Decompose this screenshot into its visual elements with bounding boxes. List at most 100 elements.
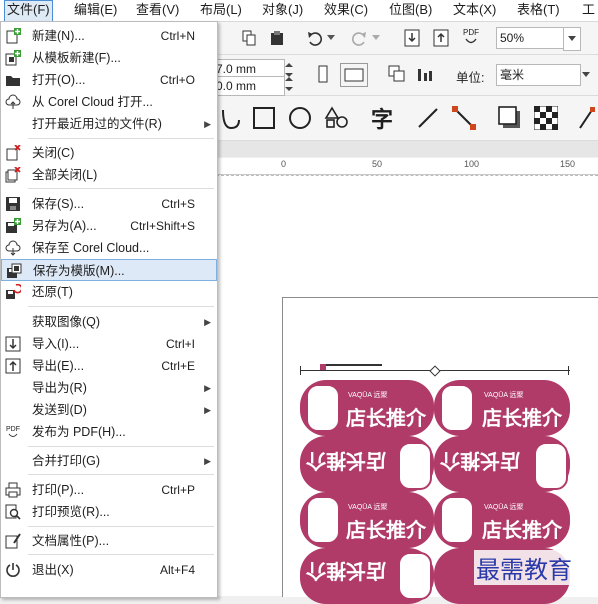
undo-icon[interactable] — [304, 28, 326, 48]
connector-tool-icon[interactable] — [450, 104, 478, 132]
redo-icon[interactable] — [348, 28, 370, 48]
menu-view[interactable]: 查看(V) — [134, 0, 181, 20]
menu-item-label: 打开最近用过的文件(R) — [32, 117, 162, 131]
menu-item-shortcut: Ctrl+I — [165, 337, 195, 351]
menu-item-print-preview[interactable]: 打印预览(R)... — [1, 501, 217, 523]
eyedropper-tool-icon[interactable] — [574, 104, 598, 132]
rectangle-tool-icon[interactable] — [250, 104, 278, 132]
menu-separator — [28, 306, 214, 307]
headline-text: 店长推介 — [306, 449, 386, 471]
menu-item-import[interactable]: 导入(I)... Ctrl+I — [1, 333, 217, 355]
publish-pdf-icon[interactable]: PDF — [459, 26, 483, 50]
menu-item-merge-print[interactable]: 合并打印(G) ▶ — [1, 450, 217, 472]
text-tool-icon[interactable]: 字 — [368, 104, 396, 132]
print-preview-icon — [5, 504, 21, 520]
menu-item-label: 保存(S)... — [32, 197, 85, 211]
menu-item-new-from-template[interactable]: 从模板新建(F)... — [1, 47, 217, 69]
menu-item-open-recent[interactable]: 打开最近用过的文件(R) ▶ — [1, 113, 217, 135]
unit-dropdown-icon[interactable] — [578, 64, 594, 86]
menu-object[interactable]: 对象(J) — [260, 0, 305, 20]
portrait-icon[interactable] — [316, 63, 330, 85]
print-icon — [5, 482, 21, 498]
undo-dropdown-icon[interactable] — [326, 28, 336, 48]
menu-item-shortcut: Ctrl+O — [159, 73, 195, 87]
ruler-tick-label: 0 — [281, 159, 287, 169]
freehand-tool-icon[interactable] — [220, 104, 242, 132]
transparency-tool-icon[interactable] — [532, 104, 560, 132]
zoom-dropdown-icon[interactable] — [563, 27, 581, 51]
close-document-icon — [5, 145, 21, 161]
copy-icon[interactable] — [240, 28, 258, 48]
menu-item-label: 打印预览(R)... — [32, 505, 110, 519]
paste-icon[interactable] — [268, 28, 286, 48]
menu-file[interactable]: 文件(F) — [4, 0, 53, 22]
landscape-icon[interactable] — [340, 63, 368, 87]
all-pages-icon[interactable] — [386, 63, 408, 85]
ruler-tick-label: 100 — [464, 159, 480, 169]
menu-table[interactable]: 表格(T) — [515, 0, 562, 20]
menu-item-document-properties[interactable]: 文档属性(P)... — [1, 530, 217, 552]
unit-select[interactable]: 毫米 — [496, 64, 581, 86]
menu-item-label: 发送到(D) — [32, 403, 87, 417]
menu-bitmaps[interactable]: 位图(B) — [387, 0, 434, 20]
canvas-guide — [216, 175, 598, 177]
menu-item-close[interactable]: 关闭(C) — [1, 142, 217, 164]
menu-item-save-as-template[interactable]: 保存为模版(M)... — [1, 259, 217, 281]
menu-separator — [28, 474, 214, 475]
menu-item-exit[interactable]: 退出(X) Alt+F4 — [1, 559, 217, 581]
brand-text: VAQŪA 远聚 — [348, 504, 388, 511]
menu-effects[interactable]: 效果(C) — [322, 0, 370, 20]
export-icon — [5, 358, 21, 374]
dimension-tick — [568, 366, 569, 375]
ruler-tick-label: 50 — [372, 159, 383, 169]
menu-item-save-cloud[interactable]: 保存至 Corel Cloud... — [1, 237, 217, 259]
file-menu-dropdown: 新建(N)... Ctrl+N 从模板新建(F)... 打开(O)... Ctr… — [0, 21, 218, 598]
menu-item-save-as[interactable]: 另存为(A)... Ctrl+Shift+S — [1, 215, 217, 237]
cloud-open-icon — [5, 94, 21, 110]
zoom-level-input[interactable]: 50% — [496, 27, 565, 49]
menu-edit[interactable]: 编辑(E) — [72, 0, 119, 20]
menu-text[interactable]: 文本(X) — [451, 0, 498, 20]
menu-item-export[interactable]: 导出(E)... Ctrl+E — [1, 355, 217, 377]
menu-item-revert[interactable]: 还原(T) — [1, 281, 217, 303]
import-toolbar-icon[interactable] — [402, 27, 422, 49]
document-properties-icon — [5, 533, 21, 549]
brand-text: VAQŪA 远聚 — [484, 504, 524, 511]
menu-tools[interactable]: 工具 — [580, 0, 598, 37]
submenu-arrow-icon: ▶ — [204, 383, 211, 393]
menu-item-new[interactable]: 新建(N)... Ctrl+N — [1, 25, 217, 47]
menu-separator — [28, 188, 214, 189]
new-document-icon — [5, 28, 21, 44]
line-tool-icon[interactable] — [414, 104, 442, 132]
unit-label: 单位: — [456, 71, 485, 85]
export-toolbar-icon[interactable] — [431, 27, 451, 49]
menu-item-save[interactable]: 保存(S)... Ctrl+S — [1, 193, 217, 215]
menu-item-label: 打印(P)... — [32, 483, 85, 497]
menu-item-open[interactable]: 打开(O)... Ctrl+O — [1, 69, 217, 91]
menu-item-label: 合并打印(G) — [32, 454, 101, 468]
menu-item-label: 打开(O)... — [32, 73, 86, 87]
menu-item-label: 全部关闭(L) — [32, 168, 98, 182]
thumb-graphic — [534, 442, 568, 490]
menu-item-open-cloud[interactable]: 从 Corel Cloud 打开... — [1, 91, 217, 113]
menu-item-shortcut: Ctrl+N — [160, 29, 195, 43]
menu-item-shortcut: Ctrl+E — [161, 359, 195, 373]
menu-item-send-to[interactable]: 发送到(D) ▶ — [1, 399, 217, 421]
height-input[interactable]: 0.0 mm — [212, 76, 285, 96]
menu-item-export-for[interactable]: 导出为(R) ▶ — [1, 377, 217, 399]
open-folder-icon — [5, 72, 21, 88]
headline-text: 店长推介 — [482, 520, 562, 542]
redo-dropdown-icon[interactable] — [371, 28, 381, 48]
menu-layout[interactable]: 布局(L) — [198, 0, 244, 20]
menu-item-close-all[interactable]: 全部关闭(L) — [1, 164, 217, 186]
menu-item-acquire-image[interactable]: 获取图像(Q) ▶ — [1, 311, 217, 333]
current-page-icon[interactable] — [414, 63, 436, 85]
menu-item-publish-pdf[interactable]: PDF 发布为 PDF(H)... — [1, 421, 217, 443]
menu-item-print[interactable]: 打印(P)... Ctrl+P — [1, 479, 217, 501]
size-spinner-icon[interactable] — [284, 59, 294, 93]
ellipse-tool-icon[interactable] — [286, 104, 314, 132]
thumb-graphic — [440, 384, 474, 432]
polygon-tool-icon[interactable] — [322, 104, 352, 132]
drop-shadow-tool-icon[interactable] — [496, 104, 524, 132]
menu-item-label: 从 Corel Cloud 打开... — [32, 95, 153, 109]
